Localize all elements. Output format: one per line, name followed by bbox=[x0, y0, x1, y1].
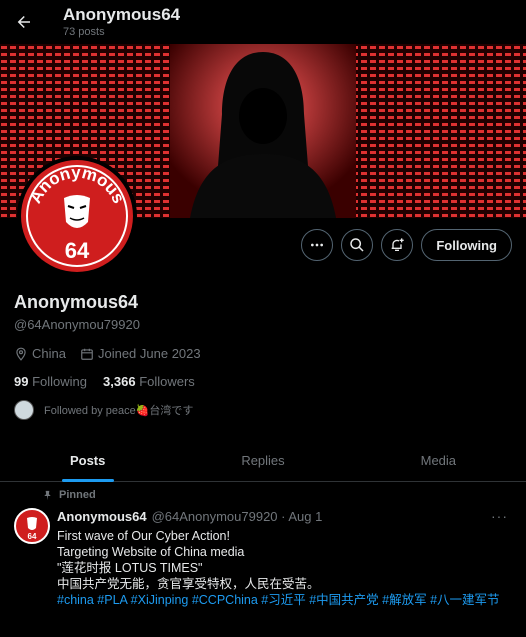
pin-icon bbox=[44, 490, 51, 500]
post-avatar-text: 64 bbox=[28, 532, 37, 541]
tab-posts[interactable]: Posts bbox=[0, 440, 175, 481]
profile-meta: China Joined June 2023 bbox=[14, 346, 201, 361]
avatar-text-bottom: 64 bbox=[65, 238, 90, 263]
post-line: 中国共产党无能，贪官享受特权，人民在受苦。 bbox=[57, 577, 320, 591]
pinned-indicator: Pinned bbox=[42, 489, 96, 501]
profile-name: Anonymous64 bbox=[14, 292, 139, 312]
post-more-icon[interactable]: ··· bbox=[491, 508, 508, 524]
search-icon bbox=[350, 238, 364, 252]
more-icon bbox=[311, 243, 324, 247]
header-title: Anonymous64 bbox=[63, 5, 181, 24]
profile-avatar[interactable]: Anonymous 64 bbox=[17, 156, 137, 276]
post-line: "莲花时报 LOTUS TIMES" bbox=[57, 561, 203, 575]
profile-actions: Following bbox=[301, 229, 512, 261]
posts-count: 73 posts bbox=[63, 26, 105, 38]
post-author[interactable]: Anonymous64 bbox=[57, 509, 147, 524]
profile-location: China bbox=[32, 346, 66, 361]
location-icon bbox=[16, 347, 26, 361]
tab-media[interactable]: Media bbox=[351, 440, 526, 481]
followed-by[interactable]: Followed by peace🍓台湾です bbox=[14, 400, 193, 420]
post-line: First wave of Our Cyber Action! bbox=[57, 529, 230, 543]
back-arrow-icon[interactable] bbox=[12, 10, 36, 34]
post-line: Targeting Website of China media bbox=[57, 545, 245, 559]
top-bar: Anonymous64 73 posts bbox=[0, 0, 526, 44]
post-avatar[interactable]: 64 bbox=[14, 508, 50, 544]
profile-tabs: Posts Replies Media bbox=[0, 440, 526, 482]
following-link[interactable]: 99 Following bbox=[14, 374, 87, 389]
followed-by-text: Followed by peace🍓台湾です bbox=[44, 405, 194, 417]
more-options-button[interactable] bbox=[301, 229, 334, 261]
follow-stats: 99 Following 3,366 Followers bbox=[14, 374, 195, 389]
notifications-button[interactable] bbox=[381, 229, 414, 261]
search-button[interactable] bbox=[341, 229, 374, 261]
follower-avatar bbox=[14, 400, 34, 420]
followers-link[interactable]: 3,366 Followers bbox=[103, 374, 195, 389]
calendar-icon bbox=[81, 348, 93, 360]
bell-plus-icon bbox=[392, 238, 405, 251]
post-hashtags[interactable]: #china #PLA #XiJinping #CCPChina #习近平 #中… bbox=[57, 592, 517, 608]
post-handle-time[interactable]: @64Anonymou79920 · Aug 1 bbox=[152, 509, 323, 524]
profile-joined: Joined June 2023 bbox=[97, 346, 201, 361]
post-header: Anonymous64 @64Anonymou79920 · Aug 1 bbox=[57, 509, 322, 524]
pinned-label: Pinned bbox=[59, 489, 96, 501]
tab-replies[interactable]: Replies bbox=[175, 440, 350, 481]
post-body[interactable]: First wave of Our Cyber Action! Targetin… bbox=[57, 528, 517, 608]
following-button[interactable]: Following bbox=[421, 229, 512, 261]
profile-handle: @64Anonymou79920 bbox=[14, 317, 140, 332]
